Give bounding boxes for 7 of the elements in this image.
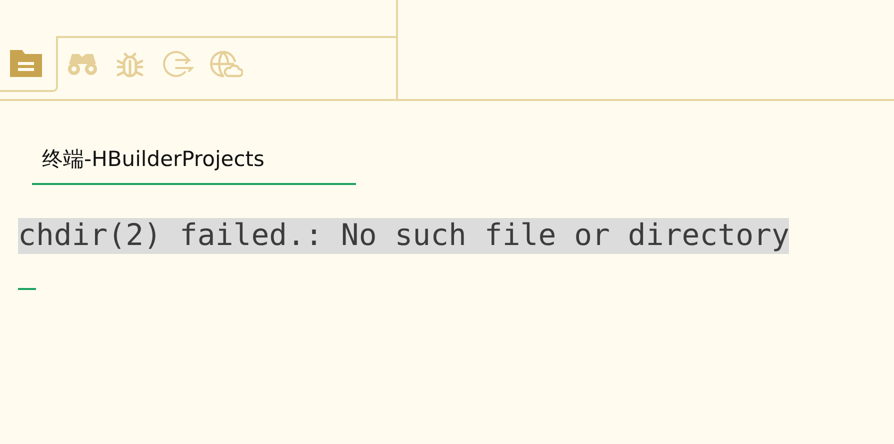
export-icon [162,50,194,78]
terminal-tab[interactable]: 终端-HBuilderProjects [32,145,356,185]
bug-icon [116,50,144,78]
globe-cloud-icon [210,50,242,78]
folder-icon [10,50,42,76]
binoculars-icon [66,52,98,76]
panel-tab[interactable] [0,36,58,92]
